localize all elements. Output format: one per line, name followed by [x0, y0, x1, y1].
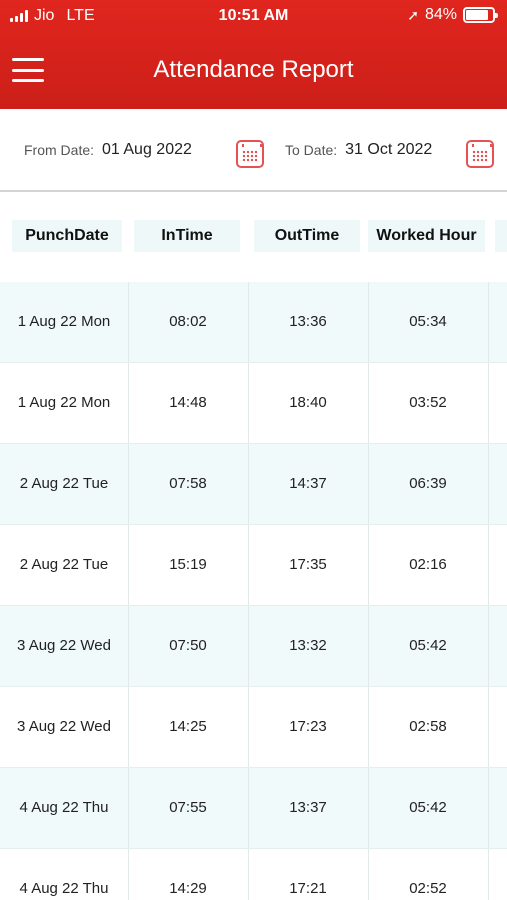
column-divider	[248, 525, 249, 605]
to-date-field[interactable]: 31 Oct 2022	[345, 141, 432, 159]
column-divider	[128, 768, 129, 848]
table-row: 3 Aug 22 Wed 14:25 17:23 02:58	[0, 687, 507, 768]
column-divider	[368, 687, 369, 767]
cell-worked-hour: 02:58	[409, 718, 447, 735]
cell-worked-hour: 05:42	[409, 637, 447, 654]
column-divider	[128, 282, 129, 362]
to-date-group: To Date: 31 Oct 2022	[285, 141, 456, 159]
column-divider	[488, 606, 489, 686]
column-divider	[488, 687, 489, 767]
table-row: 1 Aug 22 Mon 08:02 13:36 05:34	[0, 282, 507, 363]
cell-worked-hour: 06:39	[409, 475, 447, 492]
column-divider	[368, 525, 369, 605]
column-divider	[248, 849, 249, 900]
location-arrow-icon: ➚	[407, 6, 419, 23]
column-divider	[368, 849, 369, 900]
cell-outtime: 13:36	[289, 313, 327, 330]
cell-punchdate: 4 Aug 22 Thu	[19, 799, 109, 816]
cell-punchdate: 3 Aug 22 Wed	[17, 637, 111, 654]
cell-outtime: 17:23	[289, 718, 327, 735]
column-divider	[368, 768, 369, 848]
cell-punchdate: 3 Aug 22 Wed	[17, 718, 111, 735]
status-right: ➚ 84%	[407, 6, 498, 24]
column-divider	[368, 444, 369, 524]
table-row: 4 Aug 22 Thu 07:55 13:37 05:42	[0, 768, 507, 849]
table-row: 4 Aug 22 Thu 14:29 17:21 02:52	[0, 849, 507, 900]
cell-worked-hour: 02:16	[409, 556, 447, 573]
attendance-table: 1 Aug 22 Mon 08:02 13:36 05:34 1 Aug 22 Mon 1…	[0, 282, 507, 900]
column-header-overflow	[495, 220, 507, 252]
column-divider	[248, 282, 249, 362]
from-date-group: From Date: 01 Aug 2022	[24, 141, 216, 159]
from-date-calendar-icon[interactable]	[236, 140, 264, 168]
column-divider	[488, 768, 489, 848]
table-header: PunchDate InTime OutTime Worked Hour	[0, 220, 507, 254]
app-header: Jio LTE 10:51 AM ➚ 84% Attendance Report	[0, 0, 507, 109]
column-divider	[248, 687, 249, 767]
cell-punchdate: 2 Aug 22 Tue	[19, 556, 109, 573]
column-divider	[128, 363, 129, 443]
cell-outtime: 18:40	[289, 394, 327, 411]
column-header-worked-hour: Worked Hour	[368, 220, 485, 252]
cell-intime: 14:48	[169, 394, 207, 411]
cell-punchdate: 2 Aug 22 Tue	[19, 475, 109, 492]
column-header-outtime: OutTime	[254, 220, 360, 252]
cell-punchdate: 1 Aug 22 Mon	[17, 394, 111, 411]
column-header-punchdate: PunchDate	[12, 220, 122, 252]
column-divider	[128, 525, 129, 605]
cell-punchdate: 4 Aug 22 Thu	[19, 880, 109, 897]
column-header-intime: InTime	[134, 220, 240, 252]
column-divider	[488, 444, 489, 524]
cell-worked-hour: 02:52	[409, 880, 447, 897]
column-divider	[248, 444, 249, 524]
status-bar: Jio LTE 10:51 AM ➚ 84%	[0, 0, 507, 32]
cell-intime: 07:58	[169, 475, 207, 492]
column-divider	[488, 849, 489, 900]
column-divider	[488, 282, 489, 362]
column-divider	[368, 606, 369, 686]
battery-percent: 84%	[424, 6, 457, 23]
cell-outtime: 14:37	[289, 475, 327, 492]
column-divider	[248, 768, 249, 848]
column-divider	[368, 282, 369, 362]
table-row: 1 Aug 22 Mon 14:48 18:40 03:52	[0, 363, 507, 444]
cell-intime: 08:02	[169, 313, 207, 330]
battery-icon	[463, 7, 498, 23]
from-date-label: From Date:	[24, 142, 95, 158]
cell-punchdate: 1 Aug 22 Mon	[17, 313, 111, 330]
cell-outtime: 17:21	[289, 880, 327, 897]
cell-outtime: 17:35	[289, 556, 327, 573]
cell-intime: 07:50	[169, 637, 207, 654]
column-divider	[128, 687, 129, 767]
cell-worked-hour: 03:52	[409, 394, 447, 411]
column-divider	[248, 363, 249, 443]
column-divider	[128, 444, 129, 524]
table-row: 3 Aug 22 Wed 07:50 13:32 05:42	[0, 606, 507, 687]
cell-worked-hour: 05:42	[409, 799, 447, 816]
cell-intime: 14:29	[169, 880, 207, 897]
column-divider	[488, 525, 489, 605]
to-date-label: To Date:	[285, 142, 338, 158]
to-date-calendar-icon[interactable]	[466, 140, 494, 168]
column-divider	[488, 363, 489, 443]
table-row: 2 Aug 22 Tue 07:58 14:37 06:39	[0, 444, 507, 525]
cell-outtime: 13:32	[289, 637, 327, 654]
cell-intime: 15:19	[169, 556, 207, 573]
from-date-field[interactable]: 01 Aug 2022	[102, 141, 192, 159]
page-title: Attendance Report	[153, 56, 354, 83]
cell-worked-hour: 05:34	[409, 313, 447, 330]
column-divider	[248, 606, 249, 686]
column-divider	[368, 363, 369, 443]
cell-intime: 07:55	[169, 799, 207, 816]
column-divider	[128, 606, 129, 686]
table-row: 2 Aug 22 Tue 15:19 17:35 02:16	[0, 525, 507, 606]
cell-outtime: 13:37	[289, 799, 327, 816]
cell-intime: 14:25	[169, 718, 207, 735]
column-divider	[128, 849, 129, 900]
